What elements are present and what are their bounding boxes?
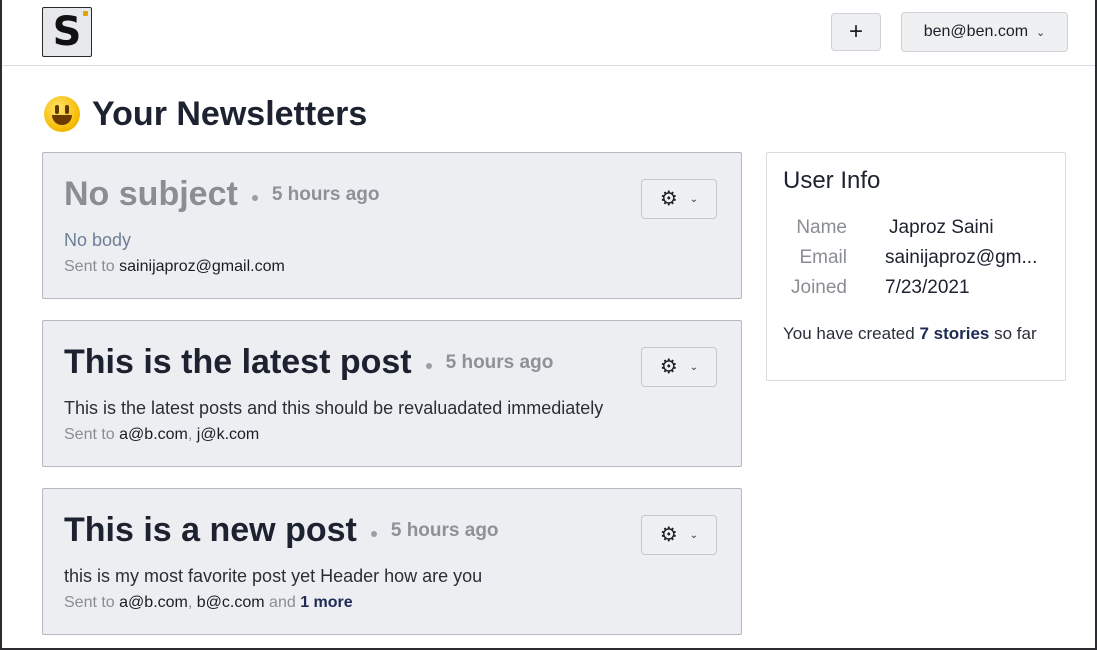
card-header: This is a new post 5 hours ago <box>64 511 499 550</box>
sent-label: Sent to <box>64 426 115 443</box>
page-title: Your Newsletters <box>44 92 367 136</box>
card-time: 5 hours ago <box>390 519 499 541</box>
separator-dot <box>370 530 377 537</box>
stories-count: 7 stories <box>919 324 990 343</box>
joined-label: Joined <box>791 277 847 298</box>
separator-dot <box>425 362 432 369</box>
user-menu-button[interactable]: ben@ben.com ⌄ <box>901 12 1068 52</box>
gear-icon: ⚙ <box>659 356 678 378</box>
newsletter-card[interactable]: No subject 5 hours ago No body Sent to s… <box>42 152 742 299</box>
email-label: Email <box>799 247 847 268</box>
recipient: a@b.com <box>119 594 188 611</box>
gear-icon: ⚙ <box>659 524 678 546</box>
add-newsletter-button[interactable]: + <box>831 13 881 51</box>
email-value: sainijaproz@gm... <box>885 247 1038 268</box>
stories-summary: You have created 7 stories so far <box>783 320 1053 347</box>
separator-dot <box>251 194 258 201</box>
sent-label: Sent to <box>64 594 115 611</box>
card-body: this is my most favorite post yet Header… <box>64 566 483 586</box>
stories-suffix: so far <box>994 324 1037 343</box>
more-prefix: and <box>269 594 296 611</box>
app-logo[interactable]: S <box>42 7 92 57</box>
name-value: Japroz Saini <box>889 217 994 238</box>
card-time: 5 hours ago <box>445 351 554 373</box>
card-settings-button[interactable]: ⚙ ⌄ <box>641 347 717 387</box>
card-recipients: Sent to sainijaproz@gmail.com <box>64 258 285 276</box>
chevron-down-icon: ⌄ <box>689 193 699 205</box>
chevron-down-icon: ⌄ <box>689 361 699 373</box>
more-recipients-link[interactable]: 1 more <box>300 594 352 611</box>
card-title: This is the latest post <box>64 343 412 381</box>
newsletter-card[interactable]: This is the latest post 5 hours ago This… <box>42 320 742 467</box>
card-header: This is the latest post 5 hours ago <box>64 343 553 382</box>
app-window: S + ben@ben.com ⌄ Your Newsletters No su… <box>2 0 1095 648</box>
recipient: j@k.com <box>196 426 260 443</box>
gear-icon: ⚙ <box>659 188 678 210</box>
card-body: No body <box>64 230 132 250</box>
user-email: ben@ben.com <box>923 23 1029 40</box>
page-title-text: Your Newsletters <box>92 94 368 133</box>
top-navbar: S + ben@ben.com ⌄ <box>2 0 1095 66</box>
card-recipients: Sent to a@b.com, j@k.com <box>64 426 260 443</box>
card-body: This is the latest posts and this should… <box>64 398 604 418</box>
logo-letter: S <box>52 9 82 55</box>
card-settings-button[interactable]: ⚙ ⌄ <box>641 515 717 555</box>
joined-value: 7/23/2021 <box>885 277 970 298</box>
recipient: b@c.com <box>196 594 265 611</box>
newsletter-card[interactable]: This is a new post 5 hours ago this is m… <box>42 488 742 635</box>
sent-label: Sent to <box>64 258 115 275</box>
chevron-down-icon: ⌄ <box>689 529 699 541</box>
name-label: Name <box>796 217 847 238</box>
card-header: No subject 5 hours ago <box>64 175 380 214</box>
card-title: This is a new post <box>64 511 357 549</box>
card-recipients: Sent to a@b.com, b@c.com and 1 more <box>64 594 353 611</box>
recipient: a@b.com <box>119 426 188 443</box>
plus-icon: + <box>848 18 863 45</box>
recipient: sainijaproz@gmail.com <box>119 258 285 275</box>
logo-dot <box>83 11 88 16</box>
card-title: No subject <box>64 175 238 213</box>
card-time: 5 hours ago <box>271 183 380 205</box>
card-settings-button[interactable]: ⚙ ⌄ <box>641 179 717 219</box>
smiley-emoji-icon <box>44 96 80 132</box>
chevron-down-icon: ⌄ <box>1036 26 1046 39</box>
stories-prefix: You have created <box>783 324 915 343</box>
user-info-panel: User Info Name Japroz Saini Email sainij… <box>766 152 1066 381</box>
user-info-title: User Info <box>783 167 881 194</box>
